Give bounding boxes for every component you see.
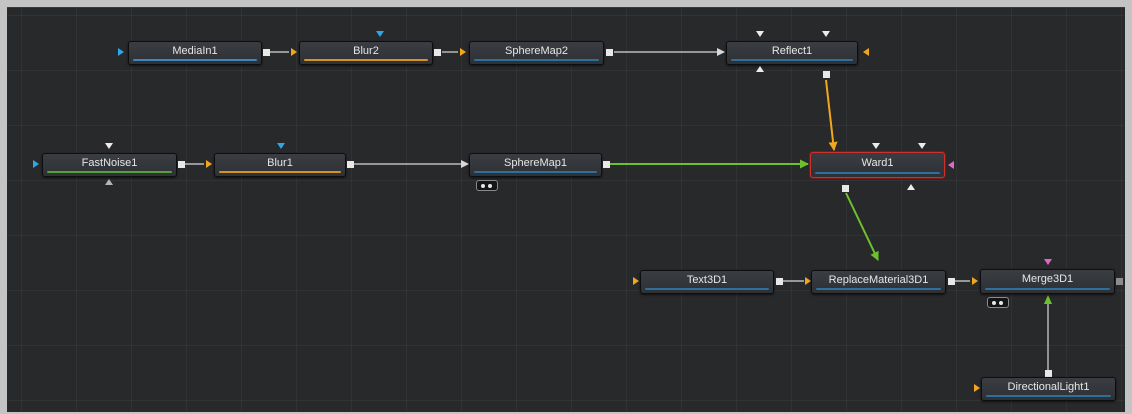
input-arrow-icon[interactable] [872,143,880,149]
node-label: DirectionalLight1 [1007,381,1090,393]
node-ward1[interactable]: Ward1 [810,152,945,178]
input-arrow-icon[interactable] [822,31,830,37]
input-arrow-icon[interactable] [33,160,39,168]
node-fastnoise1[interactable]: FastNoise1 [42,153,177,177]
node-label: FastNoise1 [81,157,138,169]
node-label: Merge3D1 [1021,273,1074,285]
node-label: Reflect1 [771,45,813,57]
node-status-bar [304,59,428,61]
node-directionallight1[interactable]: DirectionalLight1 [981,377,1116,401]
input-arrow-icon[interactable] [756,31,764,37]
node-editor-canvas[interactable]: MediaIn1 Blur2 SphereMap2 Reflect1 FastN… [7,7,1125,412]
node-label: ReplaceMaterial3D1 [828,274,929,286]
wire-reflect1-ward1 [825,79,838,151]
node-status-bar [816,288,941,290]
node-label: Blur1 [267,157,293,169]
output-port-icon[interactable] [606,49,613,56]
output-port-icon[interactable] [178,161,185,168]
node-blur2[interactable]: Blur2 [299,41,433,65]
mask-input-icon[interactable] [376,31,384,37]
node-label: Ward1 [861,157,894,169]
node-status-bar [986,395,1111,397]
output-port-icon[interactable] [347,161,354,168]
input-arrow-icon[interactable] [756,66,764,72]
node-status-bar [985,288,1110,290]
input-arrow-icon[interactable] [291,48,297,56]
node-spheremap2[interactable]: SphereMap2 [469,41,604,65]
connection-wires [185,48,1052,370]
wire-light-merge3d1-arrow [1044,295,1052,304]
input-arrow-icon[interactable] [918,143,926,149]
output-port-icon[interactable] [1045,370,1052,377]
output-port-icon[interactable] [776,278,783,285]
input-arrow-icon[interactable] [1044,259,1052,265]
input-arrow-icon[interactable] [948,161,954,169]
mask-input-icon[interactable] [277,143,285,149]
node-mediain1[interactable]: MediaIn1 [128,41,262,65]
node-status-bar [47,171,172,173]
wire-ward1-replacematerial [845,192,879,261]
node-status-bar [474,59,599,61]
input-arrow-icon[interactable] [907,184,915,190]
output-port-icon[interactable] [603,161,610,168]
input-arrow-icon[interactable] [105,143,113,149]
input-arrow-icon[interactable] [105,179,113,185]
view-toggle-icon[interactable] [476,180,498,191]
input-arrow-icon[interactable] [460,48,466,56]
node-spheremap1[interactable]: SphereMap1 [469,153,602,177]
node-status-bar [731,59,853,61]
node-label: Text3D1 [686,274,728,286]
node-text3d1[interactable]: Text3D1 [640,270,774,294]
output-port-icon[interactable] [823,71,830,78]
output-port-icon[interactable] [263,49,270,56]
node-status-bar [474,171,597,173]
input-arrow-icon[interactable] [972,277,978,285]
node-reflect1[interactable]: Reflect1 [726,41,858,65]
output-port-icon[interactable] [948,278,955,285]
node-blur1[interactable]: Blur1 [214,153,346,177]
input-arrow-icon[interactable] [206,160,212,168]
node-label: SphereMap2 [505,45,568,57]
input-arrow-icon[interactable] [974,384,980,392]
node-replacematerial3d1[interactable]: ReplaceMaterial3D1 [811,270,946,294]
node-merge3d1[interactable]: Merge3D1 [980,269,1115,294]
node-status-bar [815,172,940,174]
input-arrow-icon[interactable] [863,48,869,56]
output-port-icon[interactable] [434,49,441,56]
node-status-bar [645,288,769,290]
node-label: Blur2 [353,45,379,57]
node-status-bar [133,59,257,61]
node-label: SphereMap1 [504,157,567,169]
input-arrow-icon[interactable] [633,277,639,285]
output-port-icon[interactable] [1116,278,1123,285]
node-status-bar [219,171,341,173]
view-toggle-icon[interactable] [987,297,1009,308]
node-label: MediaIn1 [172,45,218,57]
input-arrow-icon[interactable] [118,48,124,56]
output-port-icon[interactable] [842,185,849,192]
